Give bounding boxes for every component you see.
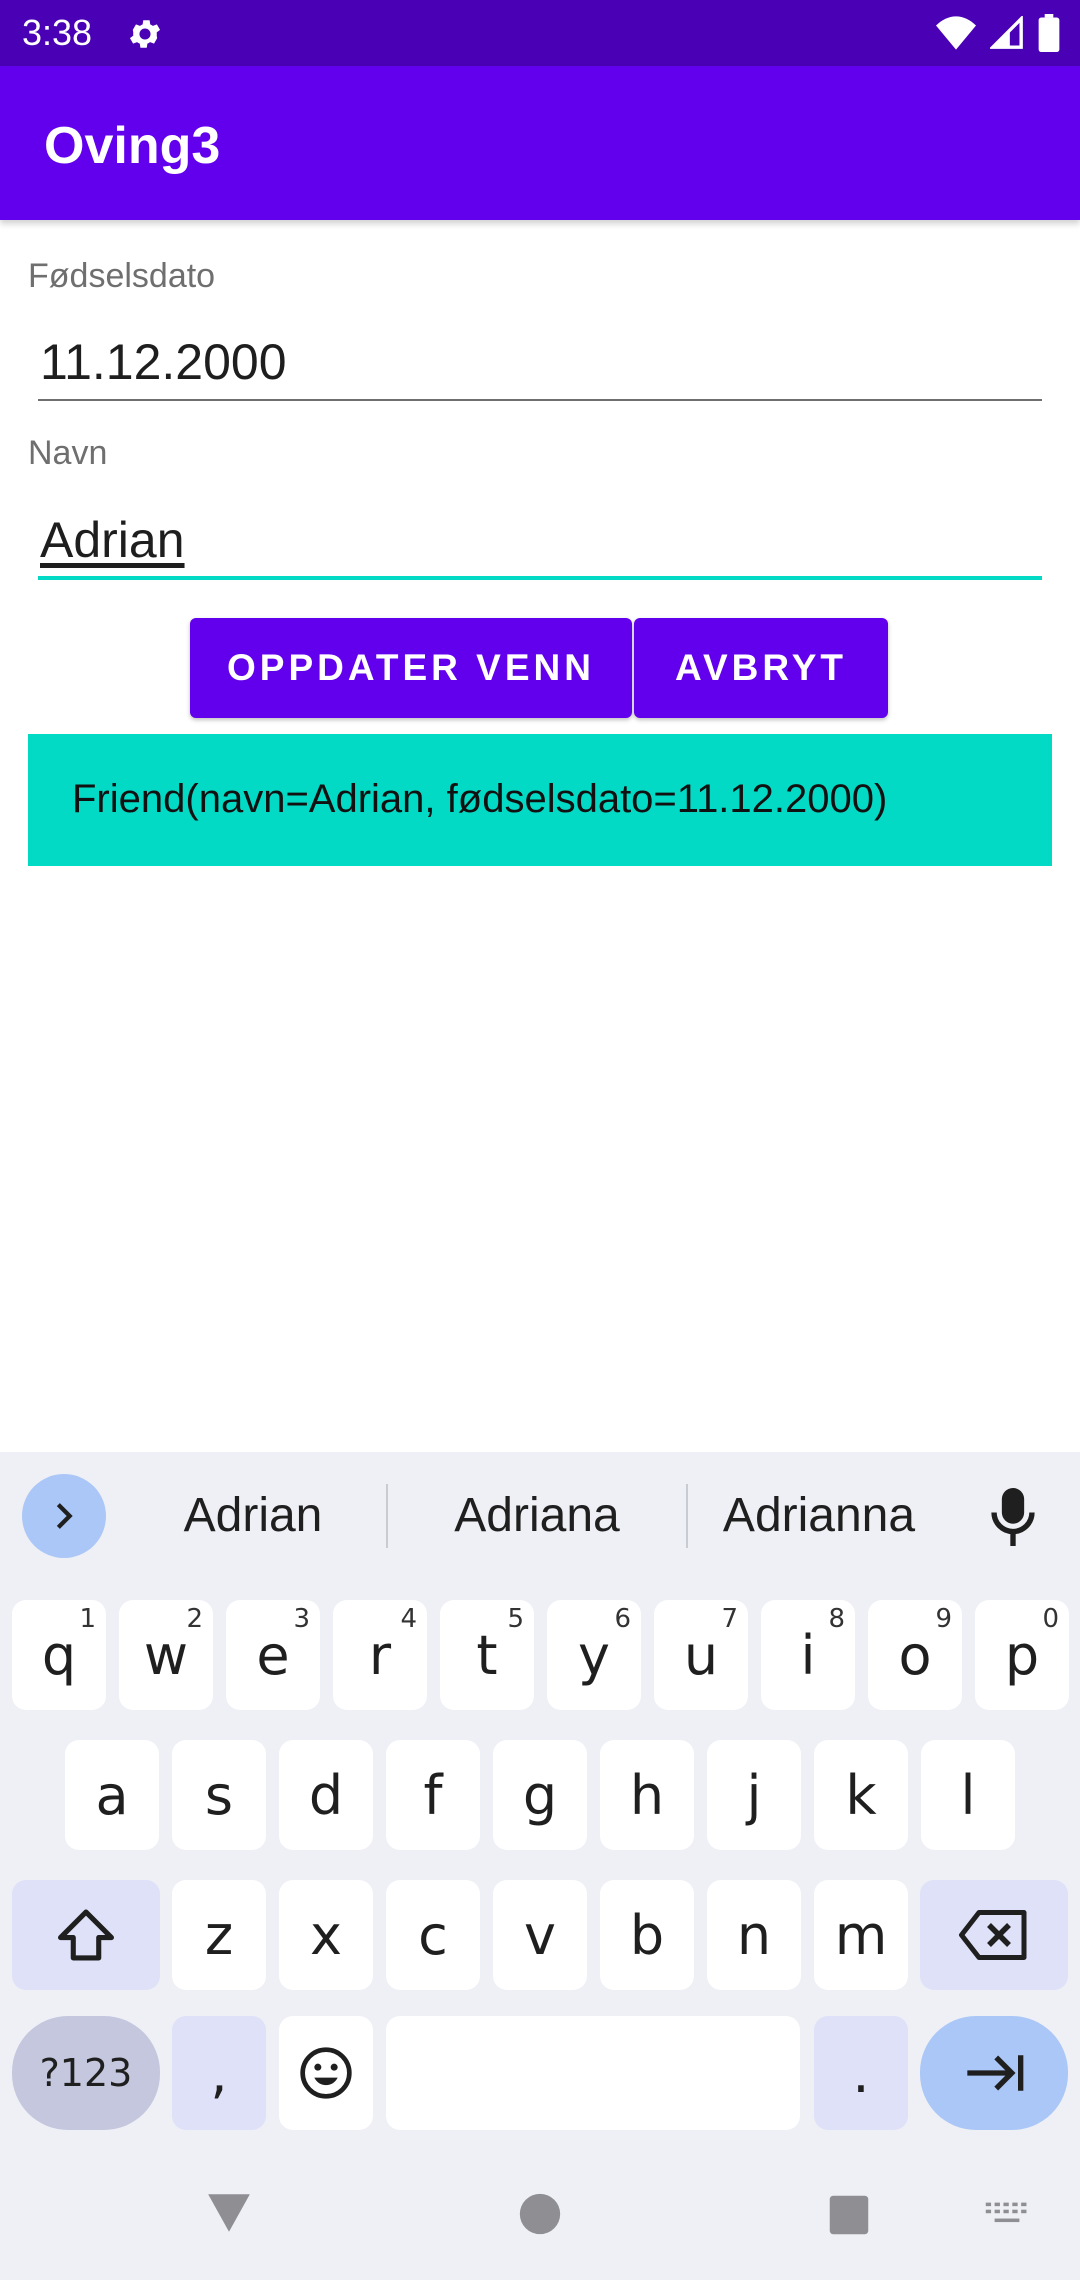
status-bar: 3:38	[0, 0, 1080, 66]
chevron-right-icon	[56, 1503, 73, 1529]
key-d[interactable]: d	[279, 1740, 373, 1850]
back-icon[interactable]	[204, 2188, 254, 2238]
comma-key[interactable]: ,	[172, 2016, 266, 2130]
keyboard-hide-icon[interactable]	[984, 2200, 1030, 2230]
battery-icon	[1038, 14, 1060, 52]
key-n[interactable]: n	[707, 1880, 801, 1990]
period-key[interactable]: .	[814, 2016, 908, 2130]
suggestion-3[interactable]: Adrianna	[694, 1488, 944, 1544]
key-m[interactable]: m	[814, 1880, 908, 1990]
key-f[interactable]: f	[386, 1740, 480, 1850]
key-h[interactable]: h	[600, 1740, 694, 1850]
key-o[interactable]: o9	[868, 1600, 962, 1710]
key-x[interactable]: x	[279, 1880, 373, 1990]
app-bar: Oving3	[0, 66, 1080, 220]
key-w[interactable]: w2	[119, 1600, 213, 1710]
key-j[interactable]: j	[707, 1740, 801, 1850]
result-text: Friend(navn=Adrian, fødselsdato=11.12.20…	[72, 777, 888, 821]
suggestion-2[interactable]: Adriana	[412, 1488, 662, 1544]
microphone-icon[interactable]	[990, 1488, 1036, 1546]
key-r[interactable]: r4	[333, 1600, 427, 1710]
key-e[interactable]: e3	[226, 1600, 320, 1710]
key-a[interactable]: a	[65, 1740, 159, 1850]
key-b[interactable]: b	[600, 1880, 694, 1990]
key-i[interactable]: i8	[761, 1600, 855, 1710]
signal-icon	[990, 16, 1023, 49]
space-key[interactable]	[386, 2016, 800, 2130]
key-u[interactable]: u7	[654, 1600, 748, 1710]
key-p[interactable]: p0	[975, 1600, 1069, 1710]
symbols-key[interactable]: ?123	[12, 2016, 160, 2130]
key-s[interactable]: s	[172, 1740, 266, 1850]
backspace-icon	[959, 1910, 1027, 1960]
emoji-key[interactable]	[279, 2016, 373, 2130]
backspace-key[interactable]	[920, 1880, 1068, 1990]
birthdate-label: Fødselsdato	[28, 257, 216, 295]
key-g[interactable]: g	[493, 1740, 587, 1850]
suggestions-expand-button[interactable]	[22, 1474, 106, 1558]
name-underline	[38, 576, 1042, 580]
name-input[interactable]: Adrian	[40, 510, 1040, 570]
key-v[interactable]: v	[493, 1880, 587, 1990]
navigation-bar	[0, 2148, 1080, 2280]
tab-next-icon	[967, 2055, 1024, 2091]
birthdate-input[interactable]: 11.12.2000	[40, 332, 1040, 392]
update-friend-button[interactable]: OPPDATER VENN	[190, 618, 632, 718]
key-k[interactable]: k	[814, 1740, 908, 1850]
gear-icon	[129, 20, 161, 48]
key-t[interactable]: t5	[440, 1600, 534, 1710]
suggestion-1[interactable]: Adrian	[128, 1488, 378, 1544]
home-icon[interactable]	[518, 2192, 562, 2236]
key-c[interactable]: c	[386, 1880, 480, 1990]
key-l[interactable]: l	[921, 1740, 1015, 1850]
result-panel: Friend(navn=Adrian, fødselsdato=11.12.20…	[28, 734, 1052, 866]
shift-icon	[58, 1909, 114, 1961]
key-y[interactable]: y6	[547, 1600, 641, 1710]
app-title: Oving3	[44, 117, 221, 175]
status-time: 3:38	[22, 12, 93, 53]
name-label: Navn	[28, 434, 108, 472]
cancel-button[interactable]: AVBRYT	[634, 618, 888, 718]
key-q[interactable]: q1	[12, 1600, 106, 1710]
emoji-icon	[300, 2047, 352, 2099]
suggestion-divider	[686, 1484, 688, 1548]
key-z[interactable]: z	[172, 1880, 266, 1990]
birthdate-underline	[38, 399, 1042, 401]
suggestion-divider	[386, 1484, 388, 1548]
next-key[interactable]	[920, 2016, 1068, 2130]
shift-key[interactable]	[12, 1880, 160, 1990]
recents-icon[interactable]	[828, 2194, 870, 2236]
wifi-icon	[936, 16, 976, 50]
